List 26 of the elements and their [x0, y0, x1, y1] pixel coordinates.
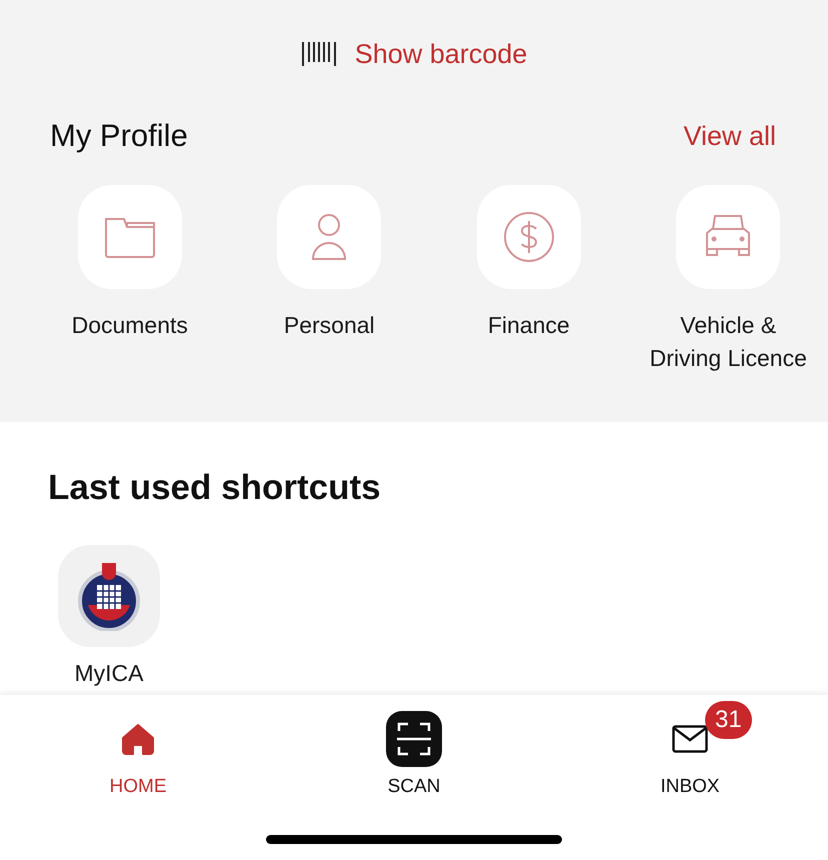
barcode-icon: [300, 41, 337, 68]
profile-tile[interactable]: [277, 185, 382, 289]
mail-icon: [672, 725, 708, 753]
shortcut-tile[interactable]: [58, 544, 160, 646]
emblem-icon: [76, 560, 142, 630]
section-title: My Profile: [50, 116, 188, 154]
tile-label: Finance: [486, 311, 571, 340]
unread-badge: 31: [705, 701, 752, 739]
dollar-icon: [502, 211, 555, 263]
tab[interactable]: INBOX 31: [552, 695, 828, 805]
tile-label: Personal: [282, 311, 376, 340]
profile-tile[interactable]: [476, 185, 581, 289]
home-icon: [121, 723, 155, 755]
view-all-link[interactable]: View all: [683, 116, 776, 156]
tile-label: Vehicle & Driving Licence: [648, 311, 808, 373]
tab[interactable]: HOME: [0, 695, 276, 805]
tile-label: MyICA: [74, 658, 144, 686]
tile-label: Documents: [70, 311, 189, 340]
person-icon: [311, 213, 348, 261]
scan-icon: [386, 711, 442, 767]
tab[interactable]: SCAN: [276, 695, 552, 805]
profile-tile[interactable]: [676, 185, 780, 289]
section-title: Last used shortcuts: [48, 467, 382, 509]
profile-tile[interactable]: [78, 185, 182, 289]
show-barcode-button[interactable]: Show barcode: [300, 34, 528, 74]
folder-icon: [104, 215, 156, 259]
